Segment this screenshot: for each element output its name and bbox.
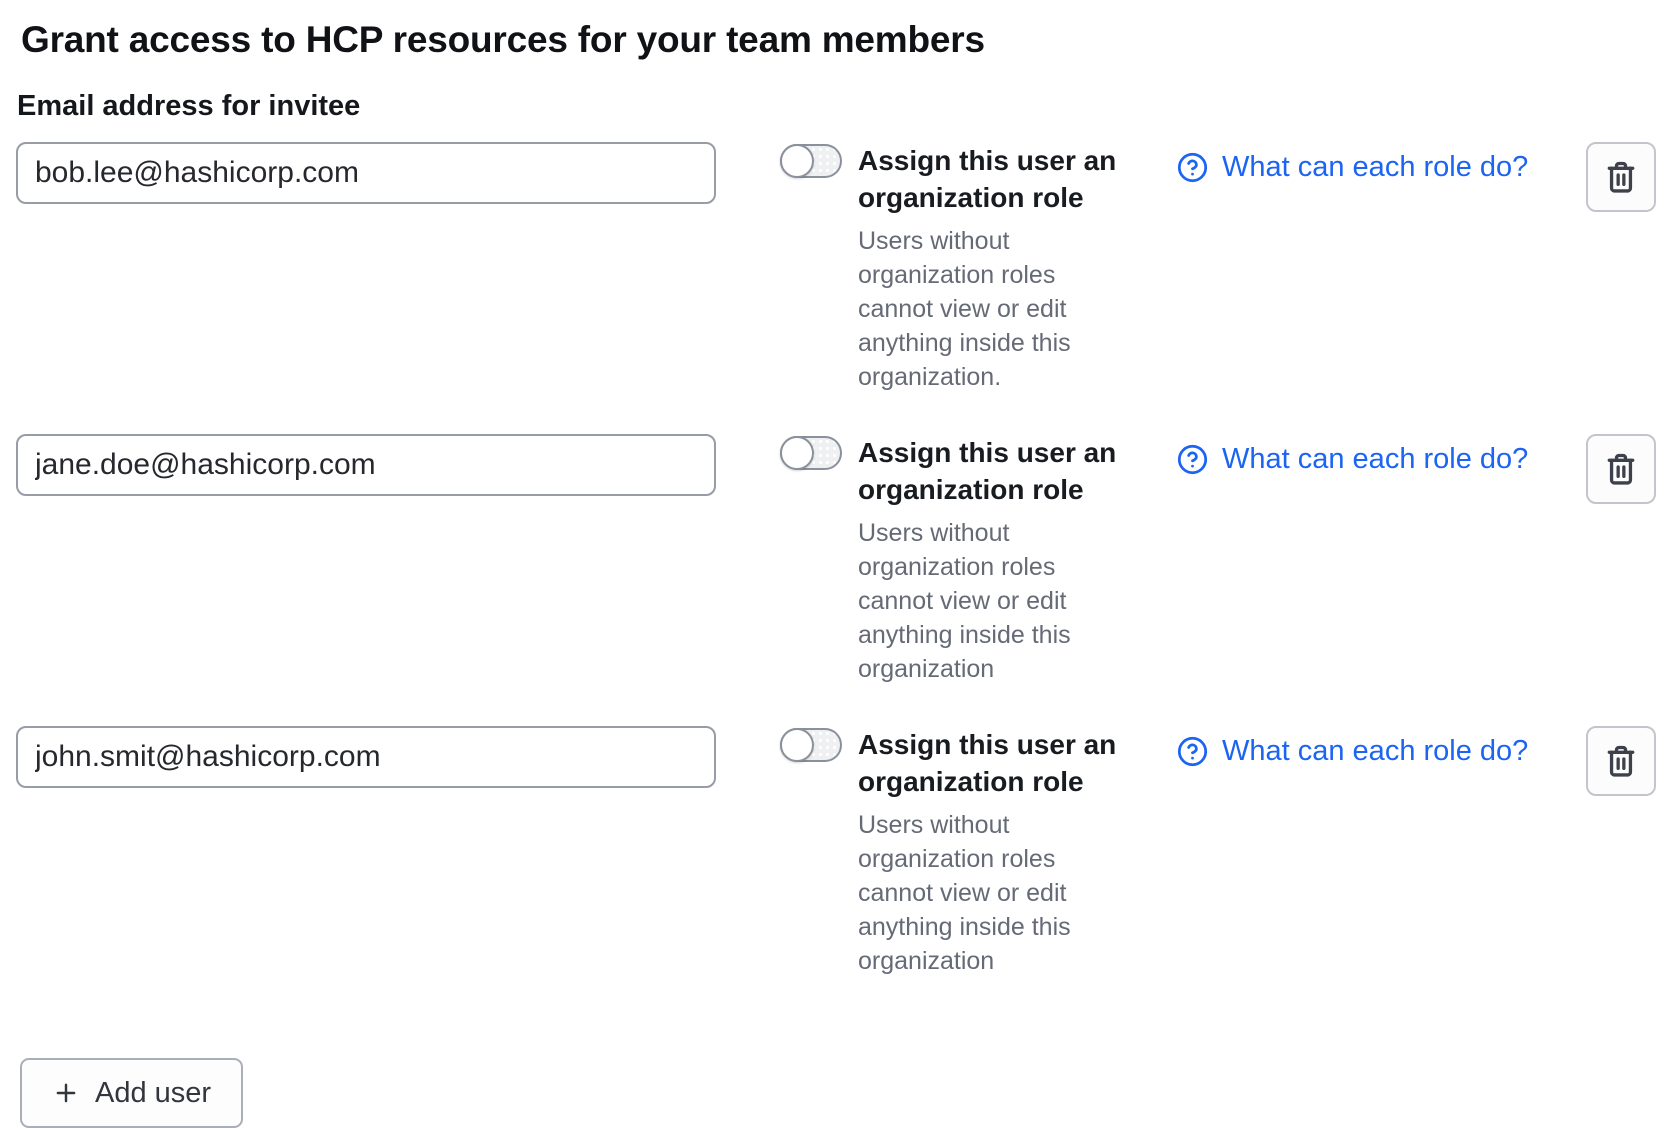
toggle-knob — [780, 144, 814, 178]
trash-icon — [1603, 451, 1639, 487]
role-help-col: What can each role do? — [1176, 726, 1528, 773]
assign-role-description: Users without organization roles cannot … — [858, 516, 1103, 686]
role-help-link[interactable]: What can each role do? — [1176, 735, 1528, 768]
toggle-knob — [780, 728, 814, 762]
role-help-link-label: What can each role do? — [1222, 735, 1528, 768]
role-help-link-label: What can each role do? — [1222, 443, 1528, 476]
org-role-toggle[interactable] — [780, 144, 842, 178]
add-user-label: Add user — [95, 1077, 211, 1110]
trash-icon — [1603, 743, 1639, 779]
role-help-col: What can each role do? — [1176, 142, 1528, 189]
add-user-button[interactable]: Add user — [20, 1058, 243, 1128]
assign-role-description: Users without organization roles cannot … — [858, 224, 1103, 394]
org-role-toggle[interactable] — [780, 728, 842, 762]
email-field-label: Email address for invitee — [17, 88, 1656, 124]
role-help-link-label: What can each role do? — [1222, 151, 1528, 184]
invite-row: Assign this user an organization role Us… — [16, 142, 1656, 394]
delete-row-button[interactable] — [1586, 142, 1656, 212]
assign-role-description: Users without organization roles cannot … — [858, 808, 1103, 978]
invite-row: Assign this user an organization role Us… — [16, 726, 1656, 978]
assign-role-col: Assign this user an organization role Us… — [858, 726, 1170, 978]
email-input[interactable] — [16, 142, 716, 204]
role-help-link[interactable]: What can each role do? — [1176, 443, 1528, 476]
help-circle-icon — [1176, 151, 1209, 184]
assign-role-col: Assign this user an organization role Us… — [858, 434, 1170, 686]
invite-rows: Assign this user an organization role Us… — [16, 142, 1656, 978]
role-help-col: What can each role do? — [1176, 434, 1528, 481]
trash-icon — [1603, 159, 1639, 195]
invite-row: Assign this user an organization role Us… — [16, 434, 1656, 686]
assign-role-label: Assign this user an organization role — [858, 726, 1170, 800]
role-help-link[interactable]: What can each role do? — [1176, 151, 1528, 184]
delete-row-button[interactable] — [1586, 434, 1656, 504]
page-title: Grant access to HCP resources for your t… — [21, 18, 1656, 62]
email-input[interactable] — [16, 726, 716, 788]
delete-row-button[interactable] — [1586, 726, 1656, 796]
assign-role-label: Assign this user an organization role — [858, 434, 1170, 508]
org-role-toggle[interactable] — [780, 436, 842, 470]
plus-icon — [52, 1079, 80, 1107]
invite-users-page: Grant access to HCP resources for your t… — [0, 0, 1672, 1128]
assign-role-col: Assign this user an organization role Us… — [858, 142, 1170, 394]
assign-role-label: Assign this user an organization role — [858, 142, 1170, 216]
help-circle-icon — [1176, 443, 1209, 476]
help-circle-icon — [1176, 735, 1209, 768]
toggle-knob — [780, 436, 814, 470]
email-input[interactable] — [16, 434, 716, 496]
